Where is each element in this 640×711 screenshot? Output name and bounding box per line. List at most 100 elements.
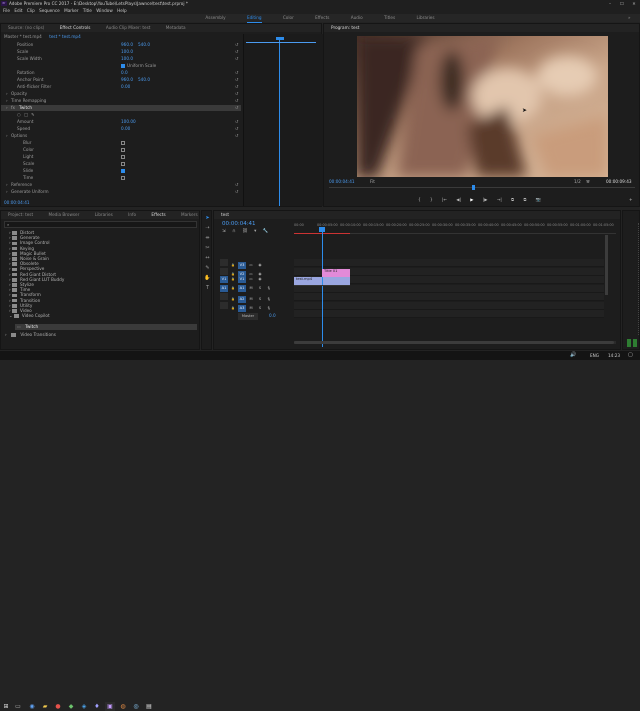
reset-parameter-icon[interactable]: ↺ [235,105,239,111]
app-icon-10[interactable]: ▤ [144,702,154,711]
tab-info[interactable]: Info [121,211,143,219]
reset-parameter-icon[interactable]: ↺ [235,49,239,55]
eye-icon[interactable]: ◉ [256,276,264,283]
fit-dropdown[interactable]: Fit [370,179,375,184]
app-icon-9[interactable]: ◎ [131,702,141,711]
task-view-icon[interactable]: ▭ [13,702,23,711]
program-video-frame[interactable]: ➤ [357,36,608,177]
effect-property-value[interactable]: 0.0 [121,70,128,76]
lang-label[interactable]: ENG [590,353,599,358]
minimize-button[interactable]: – [604,0,616,7]
linked-selection-icon[interactable]: ⛓ [242,229,248,234]
track-select-tool-icon[interactable]: ⇢ [204,225,211,232]
effects-search-input[interactable]: ⌕ [4,221,197,228]
add-button-icon[interactable]: + [629,197,633,202]
effect-property-value[interactable]: 100.00 [121,119,136,125]
effect-property-row[interactable]: Scale Width 100.0 ↺ [1,56,241,62]
reset-parameter-icon[interactable]: ↺ [235,77,239,83]
wrench-icon[interactable]: ⚒ [586,179,590,184]
track-header[interactable]: A1 🔒 A1 M S 🎙 [220,284,292,293]
track-lane[interactable] [294,301,604,310]
timeline-timecode[interactable]: 00:00:04:41 [222,221,256,227]
app-icon-1[interactable]: ◉ [27,702,37,711]
program-playhead[interactable] [472,185,475,190]
effect-property-row[interactable]: › Options ↺ [1,133,241,139]
app-icon-6[interactable]: ♦ [92,702,102,711]
menu-file[interactable]: File [3,7,10,14]
reset-parameter-icon[interactable]: ↺ [235,182,239,188]
notifications-icon[interactable]: ▢ [628,352,633,358]
workspace-assembly[interactable]: Assembly [205,14,225,22]
mark-out-icon[interactable]: } [430,197,433,202]
windows-start-icon[interactable]: ⊞ [1,702,11,711]
track-header[interactable]: 🔒 A2 M S 🎙 [220,293,292,303]
checkbox-unchecked[interactable] [121,148,125,152]
reset-parameter-icon[interactable]: ↺ [235,56,239,62]
track-header[interactable]: 🔒 A3 M S 🎙 [220,301,292,312]
chevron-right-icon[interactable]: › [6,98,8,104]
reset-parameter-icon[interactable]: ↺ [235,91,239,97]
ellipse-mask-icon[interactable]: ○ [17,112,21,118]
tab-sequence-test[interactable]: test [214,211,236,219]
effect-property-value[interactable]: 0.00 [121,84,130,90]
program-timecode[interactable]: 00:00:04:41 [329,179,355,184]
reset-parameter-icon[interactable]: ↺ [235,70,239,76]
premiere-taskbar-icon[interactable]: ▣ [105,702,115,711]
menu-window[interactable]: Window [96,7,113,14]
ec-playhead-head[interactable] [276,37,284,40]
workspace-audio[interactable]: Audio [351,14,363,22]
track-header[interactable]: V1 🔒 V1 ▭ ◉ [220,276,292,284]
fx-icon[interactable]: fx [11,105,15,111]
step-forward-icon[interactable]: |▶ [483,197,488,202]
snap-icon[interactable]: ∩ [232,229,235,234]
chevron-right-icon[interactable]: › [6,182,8,188]
effect-property-row[interactable]: Time [1,175,241,181]
chevron-right-icon[interactable]: › [6,189,8,195]
lift-icon[interactable]: ⧉ [511,197,514,202]
source-patch-button[interactable] [220,293,228,300]
effect-property-row[interactable]: Anti-flicker Filter 0.00 ↺ [1,84,241,90]
ec-work-area-bar[interactable] [246,42,316,43]
effect-property-row[interactable]: › Opacity ↺ [1,91,241,97]
workspace-effects[interactable]: Effects [315,14,329,22]
reset-parameter-icon[interactable]: ↺ [235,189,239,195]
video-transitions-bin[interactable]: › Video Transitions [5,332,56,337]
effect-property-row[interactable]: › Generate Uniform ↺ [1,189,241,195]
effect-property-row[interactable]: Anchor Point 960.0 540.0 ↺ [1,77,241,83]
tab-source[interactable]: Source: (no clips) [1,24,51,32]
pen-mask-icon[interactable]: ✎ [31,112,35,118]
source-patch-button[interactable] [220,259,228,266]
clock[interactable]: 14:23 [608,353,620,358]
mark-in-icon[interactable]: { [418,197,421,202]
ec-timecode-display[interactable]: 00:00:04:41 [4,200,30,205]
track-lane[interactable] [294,310,604,318]
volume-icon[interactable]: 🔊 [570,352,576,358]
lock-icon[interactable]: 🔒 [229,285,237,292]
extract-icon[interactable]: ⧉ [523,197,526,202]
effect-property-row[interactable]: › Time Remapping ↺ [1,98,241,104]
effect-property-value-2[interactable]: 540.0 [138,77,150,83]
app-icon-3[interactable]: ● [53,702,63,711]
track-lane[interactable] [294,293,604,301]
slip-tool-icon[interactable]: ↔ [204,255,211,262]
sequence-clip-label[interactable]: test * test.mp4 [49,34,81,39]
reset-parameter-icon[interactable]: ↺ [235,133,239,139]
tab-effect-controls[interactable]: Effect Controls [53,24,98,32]
chevron-right-icon[interactable]: › [6,105,8,111]
reset-parameter-icon[interactable]: ↺ [235,42,239,48]
menu-marker[interactable]: Marker [64,7,78,14]
effect-keyframe-area[interactable] [243,34,323,206]
lock-icon[interactable]: 🔒 [229,276,237,283]
type-tool-icon[interactable]: T [204,285,211,292]
tab-media-browser[interactable]: Media Browser [41,211,86,219]
maximize-button[interactable]: ☐ [616,0,628,7]
workspace-titles[interactable]: Titles [384,14,395,22]
selection-tool-icon[interactable]: ➤ [204,215,211,222]
reset-parameter-icon[interactable]: ↺ [235,98,239,104]
source-patch-button[interactable] [220,301,228,309]
go-to-out-icon[interactable]: →| [497,197,502,202]
checkbox-unchecked[interactable] [121,155,125,159]
reset-parameter-icon[interactable]: ↺ [235,126,239,132]
solo-button[interactable]: S [256,285,264,292]
effect-bin-folder[interactable]: ⌄ Video Copilot [9,313,50,319]
